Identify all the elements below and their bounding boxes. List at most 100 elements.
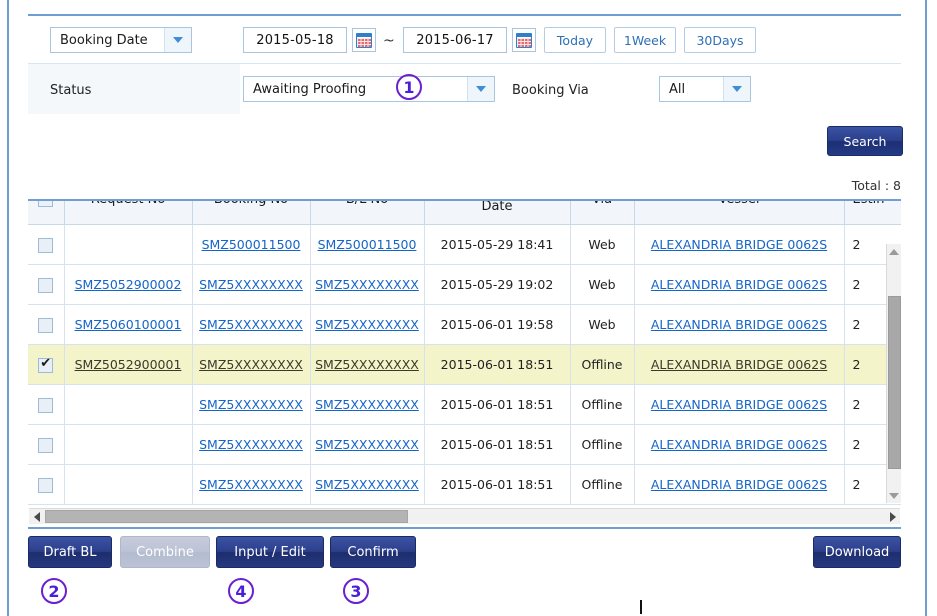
scroll-right-arrow-icon[interactable] (885, 509, 900, 524)
quick-range-30days[interactable]: 30Days (684, 27, 756, 53)
cell-booking-no-link[interactable]: SMZ5XXXXXXXX (199, 437, 303, 452)
row-select-cell[interactable] (28, 304, 65, 345)
scroll-left-arrow-icon[interactable] (29, 509, 44, 524)
calendar-icon-to[interactable] (512, 28, 536, 52)
draft-bl-button[interactable]: Draft BL (28, 536, 112, 568)
cell-booking-no[interactable]: SMZ5XXXXXXXX (191, 424, 311, 465)
cell-booking-no-link[interactable]: SMZ5XXXXXXXX (199, 277, 303, 292)
cell-booking-no-link[interactable]: SMZ5XXXXXXXX (199, 317, 303, 332)
header-select-all-cell[interactable] (28, 201, 65, 225)
cell-vessel[interactable]: ALEXANDRIA BRIDGE 0062S (633, 384, 845, 425)
scroll-down-arrow-icon[interactable] (887, 488, 901, 503)
search-criteria-select[interactable]: Booking Date (50, 27, 192, 53)
booking-via-select[interactable]: All (659, 76, 751, 102)
cell-vessel-link[interactable]: ALEXANDRIA BRIDGE 0062S (651, 397, 827, 412)
header-via[interactable]: Via (569, 201, 635, 225)
cell-bl-no[interactable]: SMZ5XXXXXXXX (309, 344, 425, 385)
scroll-up-arrow-icon[interactable] (887, 244, 901, 259)
row-select-cell[interactable] (28, 224, 65, 265)
cell-bl-no-link[interactable]: SMZ5XXXXXXXX (315, 437, 419, 452)
table-row[interactable]: SMZ500011500 SMZ500011500 2015-05-29 18:41… (28, 224, 901, 265)
header-bl-no[interactable]: B/L No (309, 201, 425, 225)
cell-vessel[interactable]: ALEXANDRIA BRIDGE 0062S (633, 424, 845, 465)
cell-request-no-link[interactable]: SMZ5052900001 (75, 357, 182, 372)
chevron-down-icon[interactable] (723, 77, 750, 101)
cell-bl-no-link[interactable]: SMZ5XXXXXXXX (315, 317, 419, 332)
table-row[interactable]: SMZ5060100001 SMZ5XXXXXXXX SMZ5XXXXXXXX 201… (28, 304, 901, 345)
cell-bl-no[interactable]: SMZ5XXXXXXXX (309, 304, 425, 345)
cell-booking-no-link[interactable]: SMZ5XXXXXXXX (199, 477, 303, 492)
cell-vessel-link[interactable]: ALEXANDRIA BRIDGE 0062S (651, 437, 827, 452)
cell-request-no[interactable]: SMZ5060100001 (63, 304, 193, 345)
cell-booking-no[interactable]: SMZ5XXXXXXXX (191, 384, 311, 425)
cell-vessel[interactable]: ALEXANDRIA BRIDGE 0062S (633, 344, 845, 385)
cell-booking-no-link[interactable]: SMZ500011500 (202, 237, 301, 252)
grid-vertical-scrollbar[interactable] (886, 244, 901, 503)
cell-booking-no-link[interactable]: SMZ5XXXXXXXX (199, 357, 303, 372)
cell-bl-no-link[interactable]: SMZ5XXXXXXXX (315, 477, 419, 492)
cell-vessel-link[interactable]: ALEXANDRIA BRIDGE 0062S (651, 237, 827, 252)
quick-range-1week[interactable]: 1Week (614, 27, 676, 53)
cell-booking-no[interactable]: SMZ5XXXXXXXX (191, 464, 311, 505)
header-booking-no[interactable]: Booking No (191, 201, 311, 225)
grid-horizontal-scrollbar[interactable] (29, 508, 900, 524)
row-checkbox[interactable] (38, 356, 54, 373)
table-row[interactable]: SMZ5XXXXXXXX SMZ5XXXXXXXX 2015-06-01 18:51… (28, 424, 901, 465)
combine-button[interactable]: Combine (120, 536, 210, 568)
cell-bl-no[interactable]: SMZ5XXXXXXXX (309, 384, 425, 425)
cell-bl-no-link[interactable]: SMZ500011500 (318, 237, 417, 252)
cell-request-no-link[interactable]: SMZ5060100001 (75, 317, 182, 332)
download-button[interactable]: Download (813, 536, 901, 568)
cell-vessel-link[interactable]: ALEXANDRIA BRIDGE 0062S (651, 277, 827, 292)
cell-booking-no[interactable]: SMZ5XXXXXXXX (191, 264, 311, 305)
header-request-no[interactable]: Request No (63, 201, 193, 225)
cell-vessel-link[interactable]: ALEXANDRIA BRIDGE 0062S (651, 477, 827, 492)
cell-bl-no-link[interactable]: SMZ5XXXXXXXX (315, 397, 419, 412)
select-all-checkbox[interactable] (38, 201, 54, 208)
cell-booking-no[interactable]: SMZ5XXXXXXXX (191, 344, 311, 385)
cell-vessel[interactable]: ALEXANDRIA BRIDGE 0062S (633, 264, 845, 305)
cell-booking-no[interactable]: SMZ5XXXXXXXX (191, 304, 311, 345)
table-row[interactable]: SMZ5XXXXXXXX SMZ5XXXXXXXX 2015-06-01 18:51… (28, 384, 901, 425)
header-estimated[interactable]: Estin (843, 201, 901, 225)
row-checkbox[interactable] (38, 237, 54, 253)
horizontal-scrollbar-thumb[interactable] (45, 510, 408, 523)
vertical-scrollbar-thumb[interactable] (888, 296, 901, 469)
date-from-input[interactable]: 2015-05-18 (243, 27, 347, 53)
cell-vessel[interactable]: ALEXANDRIA BRIDGE 0062S (633, 304, 845, 345)
cell-request-no[interactable]: SMZ5052900001 (63, 344, 193, 385)
cell-bl-no[interactable]: SMZ500011500 (309, 224, 425, 265)
cell-vessel-link[interactable]: ALEXANDRIA BRIDGE 0062S (651, 357, 827, 372)
row-select-cell[interactable] (28, 464, 65, 505)
cell-bl-no-link[interactable]: SMZ5XXXXXXXX (315, 357, 419, 372)
input-edit-button[interactable]: Input / Edit (216, 536, 324, 568)
cell-vessel-link[interactable]: ALEXANDRIA BRIDGE 0062S (651, 317, 827, 332)
row-select-cell[interactable] (28, 424, 65, 465)
row-checkbox[interactable] (38, 277, 54, 293)
row-select-cell[interactable] (28, 344, 65, 385)
header-request-date[interactable]: Request (Update) Date (423, 201, 571, 225)
table-row[interactable]: SMZ5XXXXXXXX SMZ5XXXXXXXX 2015-06-01 18:51… (28, 464, 901, 505)
row-select-cell[interactable] (28, 384, 65, 425)
cell-bl-no-link[interactable]: SMZ5XXXXXXXX (315, 277, 419, 292)
cell-booking-no[interactable]: SMZ500011500 (191, 224, 311, 265)
row-checkbox[interactable] (38, 397, 54, 413)
status-select[interactable]: Awaiting Proofing (243, 76, 495, 102)
calendar-icon-from[interactable] (352, 28, 376, 52)
confirm-button[interactable]: Confirm (330, 536, 416, 568)
search-button[interactable]: Search (827, 126, 903, 156)
date-to-input[interactable]: 2015-06-17 (403, 27, 507, 53)
cell-bl-no[interactable]: SMZ5XXXXXXXX (309, 424, 425, 465)
row-checkbox[interactable] (38, 477, 54, 493)
cell-booking-no-link[interactable]: SMZ5XXXXXXXX (199, 397, 303, 412)
row-checkbox[interactable] (38, 437, 54, 453)
chevron-down-icon[interactable] (164, 28, 191, 52)
cell-request-no-link[interactable]: SMZ5052900002 (75, 277, 182, 292)
table-row[interactable]: SMZ5052900002 SMZ5XXXXXXXX SMZ5XXXXXXXX 201… (28, 264, 901, 305)
cell-request-no[interactable]: SMZ5052900002 (63, 264, 193, 305)
chevron-down-icon[interactable] (467, 77, 494, 101)
quick-range-today[interactable]: Today (544, 27, 606, 53)
cell-bl-no[interactable]: SMZ5XXXXXXXX (309, 264, 425, 305)
cell-vessel[interactable]: ALEXANDRIA BRIDGE 0062S (633, 224, 845, 265)
row-select-cell[interactable] (28, 264, 65, 305)
